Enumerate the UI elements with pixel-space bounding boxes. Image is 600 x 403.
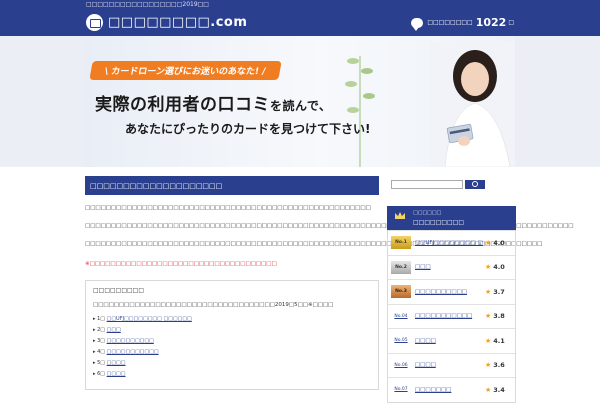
- toc-link[interactable]: □□□□□□□□□□: [107, 338, 154, 344]
- toc-item: ▸ 6□ □□□□: [93, 371, 126, 377]
- rank-badge: No.07: [394, 387, 408, 393]
- hero-banner: \ カードローン選びにお迷いのあなた! / 実際の利用者の口コミを読んで、 あな…: [0, 36, 600, 167]
- star-icon: ★: [485, 385, 492, 394]
- table-of-contents: □□□□□□□□□ □□□□□□□□□□□□□□□□□□□□□□□□□□□□□□…: [85, 280, 379, 390]
- intro-paragraph-3: □□□□□□□□□□□□□□□□□□□□□□□□□□□□□□□□□□□□□□□□…: [85, 241, 543, 247]
- rank-badge: No.3: [391, 285, 411, 299]
- rating-score: 3.8: [493, 312, 505, 321]
- card-icon: [86, 14, 103, 31]
- site-tagline: □□□□□□□□□□□□□□□□□2019□□: [86, 1, 209, 8]
- counter-unit: □: [508, 19, 514, 26]
- toc-description: □□□□□□□□□□□□□□□□□□□□□□□□□□□□□□□□□□□2019□…: [93, 302, 334, 308]
- rating-score: 3.4: [493, 385, 505, 394]
- rank-badge: No.05: [394, 338, 408, 344]
- intro-paragraph-1: □□□□□□□□□□□□□□□□□□□□□□□□□□□□□□□□□□□□□□□□…: [85, 205, 371, 211]
- toc-title: □□□□□□□□□: [93, 287, 145, 294]
- toc-item: ▸ 5□ □□□□: [93, 360, 126, 366]
- star-icon: ★: [485, 361, 492, 370]
- ranking-item[interactable]: No.05 □□□□ ★ 4.1: [388, 328, 515, 353]
- search-form: [391, 180, 516, 192]
- rating-score: 4.0: [493, 238, 505, 247]
- ranking-list: No.1 □□UFJ□□□□□□□□ □□□□□□ ★ 4.0 No.2 □□□…: [387, 230, 516, 403]
- star-icon: ★: [485, 238, 492, 247]
- ranking-subtitle: □□□□□□: [413, 210, 442, 216]
- rank-badge: No.1: [391, 236, 411, 250]
- star-icon: ★: [485, 336, 492, 345]
- rating-score: 4.1: [493, 336, 505, 345]
- counter-label: □□□□□□□□: [427, 19, 473, 26]
- rating-score: 3.6: [493, 361, 505, 370]
- search-button[interactable]: [465, 180, 485, 189]
- toc-item-number: 6□: [97, 371, 106, 377]
- toc-item: ▸ 2□ □□□: [93, 327, 121, 333]
- toc-item-number: 4□: [97, 349, 106, 355]
- toc-item: ▸ 4□ □□□□□□□□□□□: [93, 349, 159, 355]
- toc-link[interactable]: □□□□□□□□□□□: [107, 349, 159, 355]
- ranking-item[interactable]: No.06 □□□□ ★ 3.6: [388, 352, 515, 378]
- ranking-link[interactable]: □□UFJ□□□□□□□□ □□□□□□: [415, 240, 483, 246]
- ranking-item[interactable]: No.04 □□□□□□□□□□□ ★ 3.8: [388, 303, 515, 329]
- ranking-link[interactable]: □□□□□□□□□□□: [415, 313, 483, 319]
- hero-image: \ カードローン選びにお迷いのあなた! / 実際の利用者の口コミを読んで、 あな…: [85, 36, 515, 167]
- ranking-link[interactable]: □□□□: [415, 362, 483, 368]
- rank-badge: No.04: [394, 313, 408, 319]
- ranking-header: □□□□□□ □□□□□□□□□: [387, 206, 516, 230]
- hero-callout: \ カードローン選びにお迷いのあなた! /: [89, 61, 282, 80]
- rank-badge: No.06: [394, 362, 408, 368]
- rating-score: 3.7: [493, 287, 505, 296]
- notice-text: ※□□□□□□□□□□□□□□□□□□□□□□□□□□□□□□□□□□□□: [85, 261, 277, 267]
- counter-value: 1022: [475, 16, 507, 29]
- toc-list: ▸ 1□ □□UFJ□□□□□□□□ □□□□□□ ▸ 2□ □□□ ▸ 3□ …: [93, 314, 371, 380]
- toc-link[interactable]: □□UFJ□□□□□□□□ □□□□□□: [107, 316, 192, 322]
- hero-subheadline: あなたにぴったりのカードを見つけて下さい!: [125, 122, 371, 136]
- ranking-link[interactable]: □□□□□□□□□□: [415, 289, 483, 295]
- toc-link[interactable]: □□□□: [107, 360, 126, 366]
- toc-item-number: 2□: [97, 327, 106, 333]
- hero-headline-suffix: を読んで、: [270, 99, 332, 113]
- intro-paragraph-2: □□□□□□□□□□□□□□□□□□□□□□□□□□□□□□□□□□□□□□□□…: [85, 223, 574, 229]
- review-counter: □□□□□□□□ 1022 □: [411, 16, 514, 31]
- ranking-link[interactable]: □□□: [415, 264, 483, 270]
- woman-with-card-photo: [430, 41, 515, 167]
- speech-bubble-icon: [411, 17, 424, 31]
- toc-item-number: 1□: [97, 316, 106, 322]
- site-logo[interactable]: □□□□□□□□.com: [86, 14, 247, 31]
- site-title: □□□□□□□□.com: [108, 15, 248, 30]
- search-input[interactable]: [391, 180, 463, 189]
- hero-headline-main: 実際の利用者の口コミ: [95, 95, 270, 115]
- toc-link[interactable]: □□□: [107, 327, 121, 333]
- crown-icon: [395, 212, 405, 219]
- ranking-link[interactable]: □□□□: [415, 338, 483, 344]
- toc-item-number: 3□: [97, 338, 106, 344]
- rating-score: 4.0: [493, 263, 505, 272]
- ranking-link[interactable]: □□□□□□□: [415, 387, 483, 393]
- sidebar: □□□□□□ □□□□□□□□□ No.1 □□UFJ□□□□□□□□ □□□□…: [387, 176, 516, 403]
- toc-item: ▸ 1□ □□UFJ□□□□□□□□ □□□□□□: [93, 316, 192, 322]
- star-icon: ★: [485, 287, 492, 296]
- toc-link[interactable]: □□□□: [107, 371, 126, 377]
- rank-badge: No.2: [391, 260, 411, 274]
- site-header: □□□□□□□□□□□□□□□□□2019□□ □□□□□□□□.com □□□…: [0, 0, 600, 36]
- main-content: □□□□□□□□□□□□□□□□□□□□ □□□□□□□□□□□□□□□□□□□…: [85, 176, 574, 390]
- ranking-title: □□□□□□□□□: [413, 219, 465, 226]
- ranking-item[interactable]: No.07 □□□□□□□ ★ 3.4: [388, 377, 515, 402]
- section-title: □□□□□□□□□□□□□□□□□□□□: [85, 176, 379, 195]
- ranking-item[interactable]: No.3 □□□□□□□□□□ ★ 3.7: [388, 279, 515, 304]
- toc-item-number: 5□: [97, 360, 106, 366]
- star-icon: ★: [485, 263, 492, 272]
- star-icon: ★: [485, 312, 492, 321]
- plant-illustration: [345, 56, 375, 167]
- toc-item: ▸ 3□ □□□□□□□□□□: [93, 338, 154, 344]
- ranking-item[interactable]: No.2 □□□ ★ 4.0: [388, 254, 515, 280]
- hero-headline: 実際の利用者の口コミを読んで、: [95, 90, 331, 115]
- ranking-item[interactable]: No.1 □□UFJ□□□□□□□□ □□□□□□ ★ 4.0: [388, 230, 515, 255]
